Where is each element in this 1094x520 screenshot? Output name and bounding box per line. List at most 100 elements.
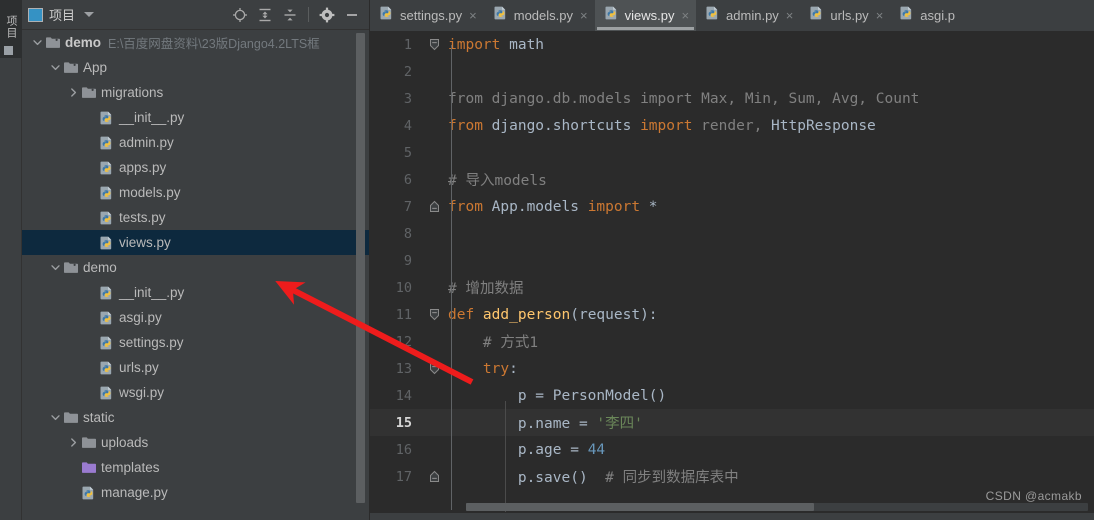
tree-item-admin-py[interactable]: admin.py <box>22 130 369 155</box>
tree-item-urls-py[interactable]: urls.py <box>22 355 369 380</box>
tree-item-demo[interactable]: demo <box>22 255 369 280</box>
editor-tab-models-py[interactable]: models.py × <box>484 0 595 31</box>
code-line[interactable]: 17 p.save() # 同步到数据库表中 <box>370 463 1094 490</box>
minimize-icon[interactable] <box>341 4 363 26</box>
tree-item-manage-py[interactable]: manage.py <box>22 480 369 505</box>
tree-item-static[interactable]: static <box>22 405 369 430</box>
line-number: 7 <box>403 198 412 215</box>
tree-item-asgi-py[interactable]: asgi.py <box>22 305 369 330</box>
python-file-icon <box>98 209 115 226</box>
close-icon[interactable]: × <box>579 9 588 22</box>
sidebar-vertical-scrollbar[interactable] <box>356 33 365 503</box>
collapse-all-icon[interactable] <box>279 4 301 26</box>
close-icon[interactable]: × <box>680 9 689 22</box>
code-line[interactable]: 9 <box>370 247 1094 274</box>
code-text: p.age = 44 <box>448 441 606 458</box>
code-line[interactable]: 6 # 导入models <box>370 166 1094 193</box>
tree-item-views-py[interactable]: views.py <box>22 230 369 255</box>
locate-icon[interactable] <box>229 4 251 26</box>
editor-tab-bar[interactable]: settings.py × models.py × views.py × admin.py ×… <box>370 0 1094 31</box>
editor-tab-views-py[interactable]: views.py × <box>594 0 697 31</box>
editor-tab-urls-py[interactable]: urls.py × <box>800 0 890 31</box>
editor-horizontal-scrollbar[interactable] <box>466 503 1088 511</box>
editor-tab-asgi-p[interactable]: asgi.p <box>890 0 962 31</box>
expand-all-icon[interactable] <box>254 4 276 26</box>
code-line[interactable]: 15 p.name = '李四' <box>370 409 1094 436</box>
tree-item-app[interactable]: App <box>22 55 369 80</box>
tree-item-models-py[interactable]: models.py <box>22 180 369 205</box>
code-line[interactable]: 7 from App.models import * <box>370 193 1094 220</box>
tree-item-label: wsgi.py <box>119 385 165 400</box>
close-icon[interactable]: × <box>785 9 794 22</box>
code-line[interactable]: 2 <box>370 58 1094 85</box>
scrollbar-thumb[interactable] <box>466 503 815 511</box>
tree-item-wsgi-py[interactable]: wsgi.py <box>22 380 369 405</box>
python-file-icon <box>98 109 115 126</box>
tree-item-migrations[interactable]: migrations <box>22 80 369 105</box>
code-line[interactable]: 16 p.age = 44 <box>370 436 1094 463</box>
left-strip-indicator <box>4 46 13 55</box>
fold-marker-icon[interactable] <box>422 362 446 375</box>
code-line[interactable]: 10 # 增加数据 <box>370 274 1094 301</box>
tree-item-templates[interactable]: templates <box>22 455 369 480</box>
tree-item-label: static <box>83 410 115 425</box>
code-line[interactable]: 5 <box>370 139 1094 166</box>
tree-item-apps-py[interactable]: apps.py <box>22 155 369 180</box>
line-number: 1 <box>403 36 412 53</box>
line-number: 14 <box>395 387 412 404</box>
fold-marker-icon[interactable] <box>422 308 446 321</box>
tree-item-demo[interactable]: demo E:\百度网盘资料\23版Django4.2LTS框 <box>22 30 369 55</box>
tree-item-label: manage.py <box>101 485 168 500</box>
code-text: from App.models import * <box>448 198 658 215</box>
code-text: p = PersonModel() <box>448 387 667 404</box>
fold-marker-icon[interactable] <box>422 200 446 213</box>
project-panel-header: 项目 <box>22 0 369 30</box>
python-file-icon <box>98 159 115 176</box>
close-icon[interactable]: × <box>875 9 884 22</box>
code-text: # 方式1 <box>448 335 539 351</box>
code-line[interactable]: 4 from django.shortcuts import render, Ht… <box>370 112 1094 139</box>
tree-item-settings-py[interactable]: settings.py <box>22 330 369 355</box>
project-panel-title: 项目 <box>49 8 76 23</box>
code-line[interactable]: 14 p = PersonModel() <box>370 382 1094 409</box>
python-file-icon <box>809 5 824 26</box>
tree-item-label: views.py <box>119 235 171 250</box>
line-number: 4 <box>403 117 412 134</box>
tree-item-path: E:\百度网盘资料\23版Django4.2LTS框 <box>108 37 320 51</box>
left-tool-strip: 项目 <box>0 0 22 520</box>
line-number: 6 <box>403 171 412 188</box>
code-line[interactable]: 13 try: <box>370 355 1094 382</box>
chevron-right-icon[interactable] <box>66 80 80 105</box>
editor-tab-settings-py[interactable]: settings.py × <box>370 0 484 31</box>
editor-tab-label: views.py <box>624 8 675 23</box>
tree-item-__init__-py[interactable]: __init__.py <box>22 105 369 130</box>
fold-marker-icon[interactable] <box>422 38 446 51</box>
chevron-right-icon[interactable] <box>66 430 80 455</box>
code-line[interactable]: 12 # 方式1 <box>370 328 1094 355</box>
project-sidebar: 项目 demo E:\百度网盘资料\23版Django4.2LTS框 App m… <box>22 0 370 520</box>
tree-item-tests-py[interactable]: tests.py <box>22 205 369 230</box>
tree-item-__init__-py[interactable]: __init__.py <box>22 280 369 305</box>
code-editor[interactable]: 1 import math 2 3 from django.db.models impo… <box>370 31 1094 520</box>
chevron-down-icon[interactable] <box>30 30 44 55</box>
code-line[interactable]: 11 def add_person(request): <box>370 301 1094 328</box>
chevron-down-icon[interactable] <box>48 255 62 280</box>
tree-item-label: uploads <box>101 435 149 450</box>
chevron-down-icon[interactable] <box>84 12 95 17</box>
chevron-down-icon[interactable] <box>48 405 62 430</box>
python-file-icon <box>98 384 115 401</box>
fold-marker-icon[interactable] <box>422 470 446 483</box>
chevron-down-icon[interactable] <box>48 55 62 80</box>
code-text: from django.db.models import Max, Min, S… <box>448 90 920 107</box>
project-tree[interactable]: demo E:\百度网盘资料\23版Django4.2LTS框 App migrati… <box>22 30 369 520</box>
code-line[interactable]: 8 <box>370 220 1094 247</box>
tree-item-label: demo <box>65 35 102 50</box>
tree-item-uploads[interactable]: uploads <box>22 430 369 455</box>
close-icon[interactable]: × <box>468 9 477 22</box>
editor-tab-admin-py[interactable]: admin.py × <box>696 0 800 31</box>
code-line[interactable]: 3 from django.db.models import Max, Min, … <box>370 85 1094 112</box>
gear-icon[interactable] <box>316 4 338 26</box>
code-line[interactable]: 1 import math <box>370 31 1094 58</box>
